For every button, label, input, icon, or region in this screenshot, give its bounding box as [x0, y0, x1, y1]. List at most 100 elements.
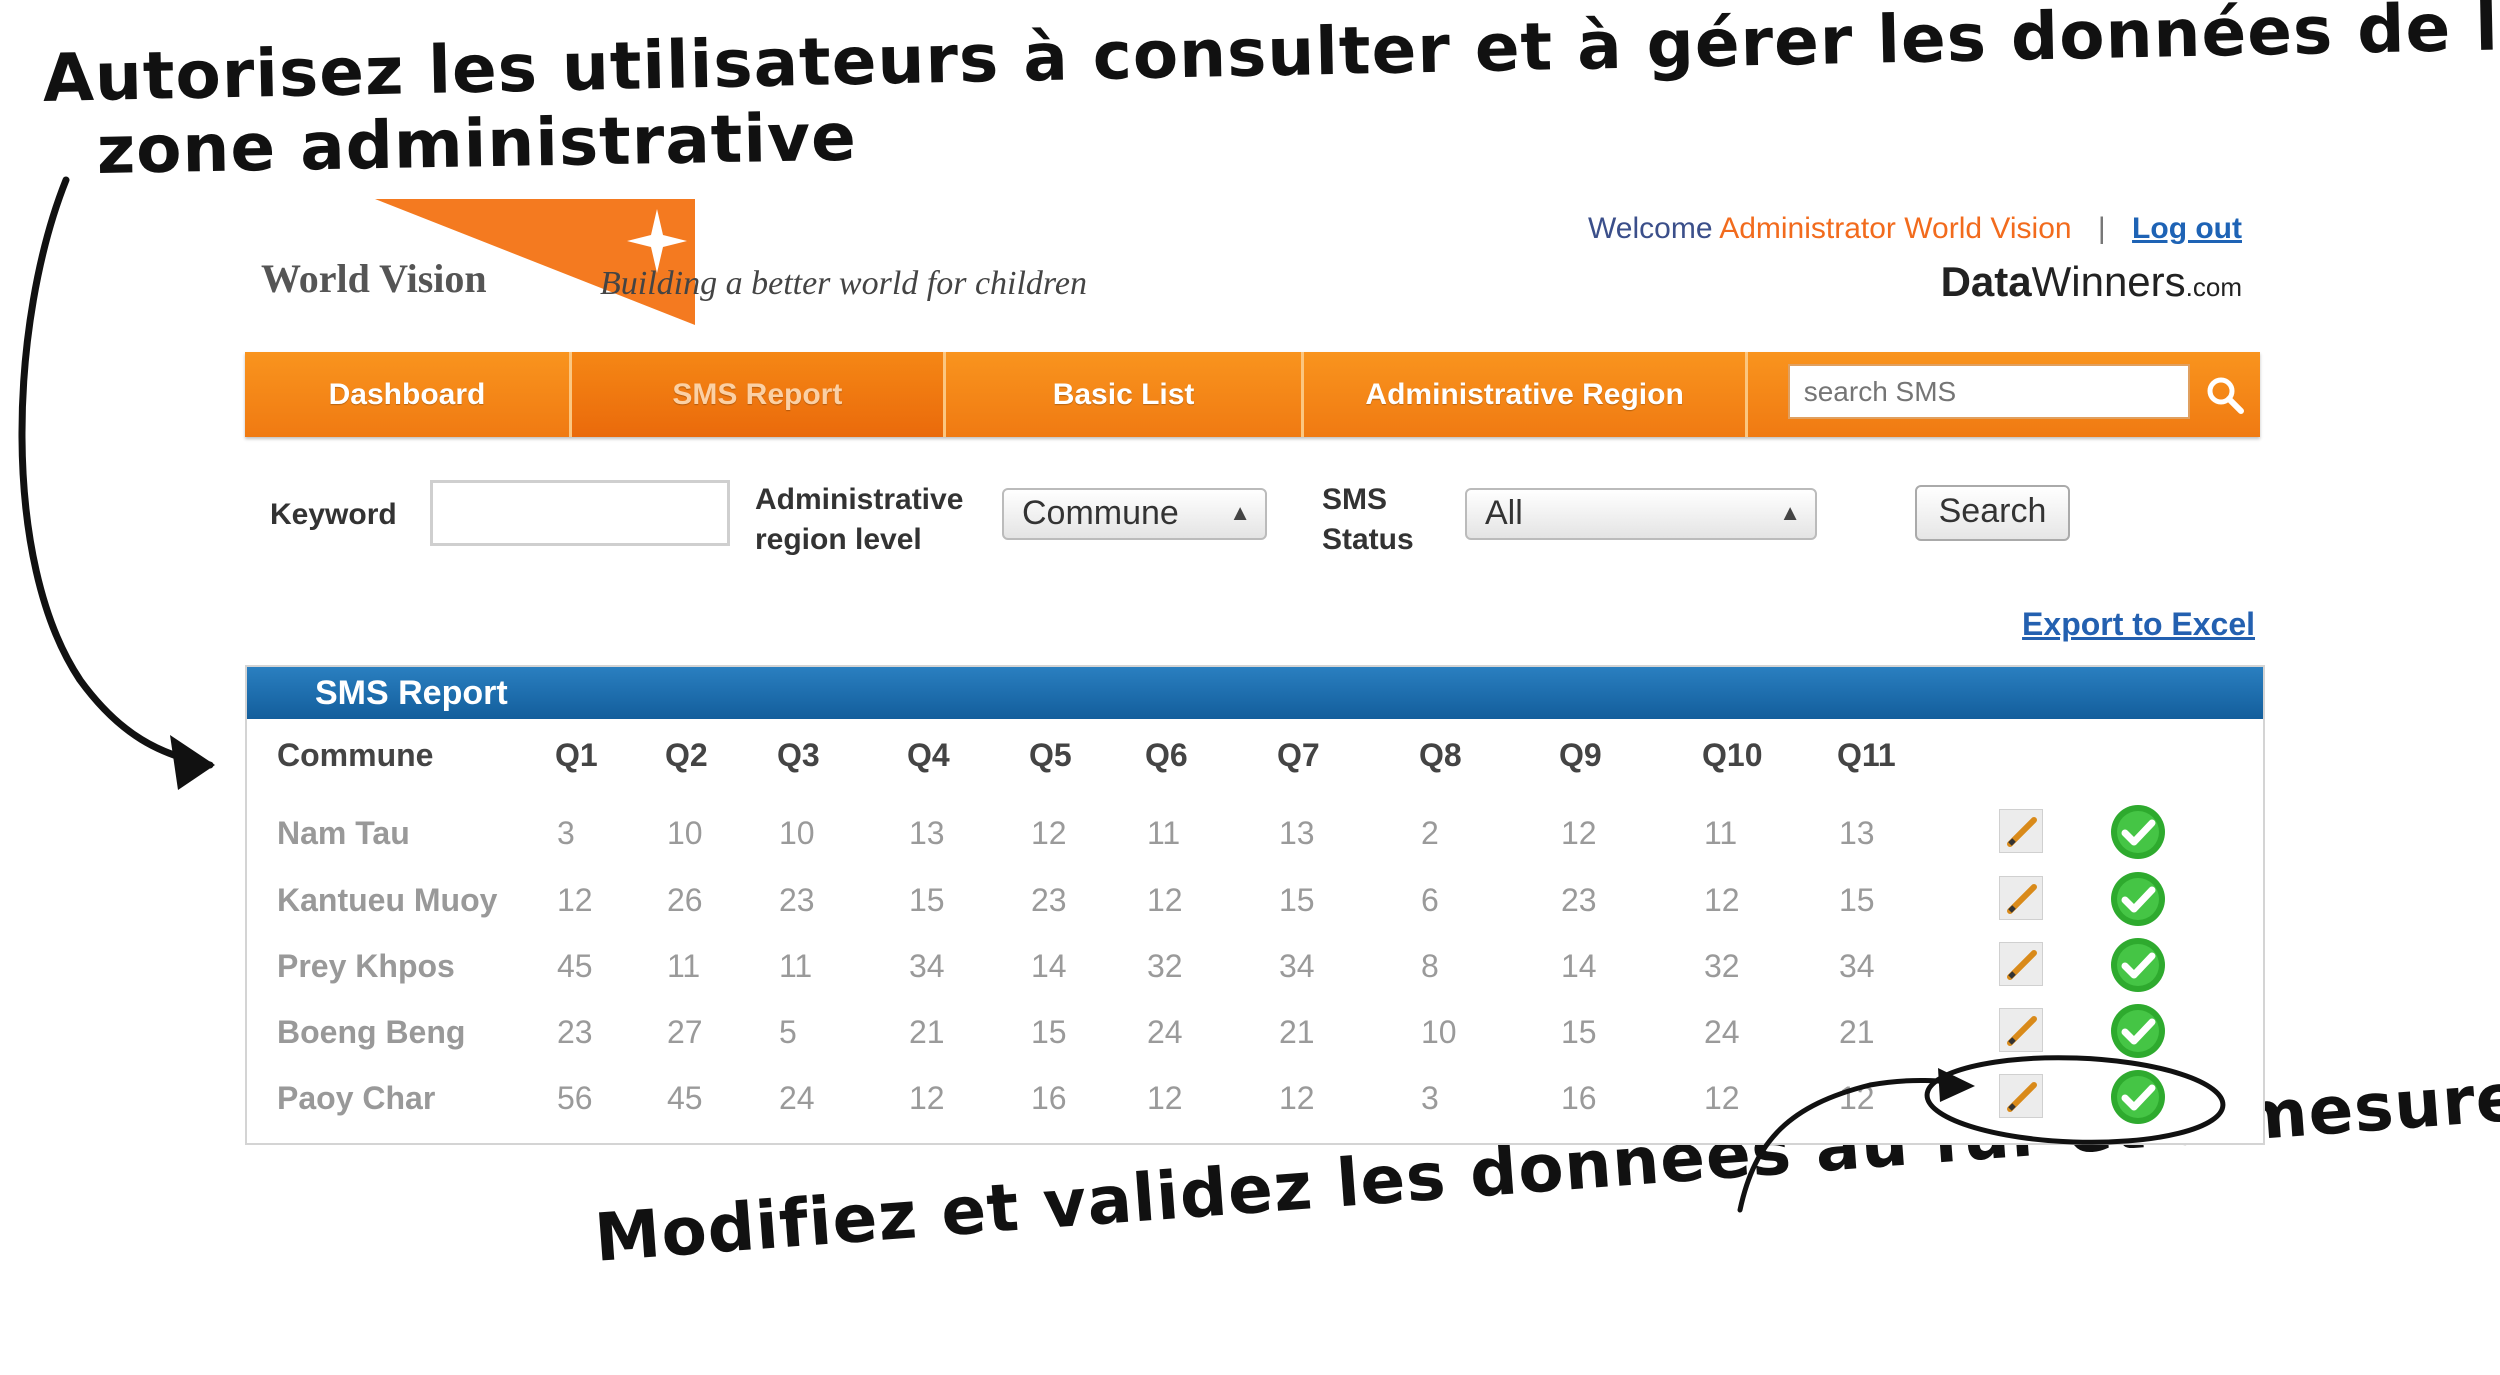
sms-report-table: SMS Report Commune Q1 Q2 Q3 Q4 Q5 Q6 Q7 Q8 Q9 Q10 Q… [245, 665, 2265, 1145]
row-commune-name: Boeng Beng [277, 1014, 466, 1050]
table-cell: 12 [1031, 815, 1067, 851]
region-level-label-2: region level [755, 523, 922, 556]
table-cell: 12 [1279, 1080, 1315, 1116]
column-header-q4: Q4 [907, 737, 950, 773]
search-button[interactable]: Search [1915, 485, 2070, 541]
brand-bold: Data [1940, 258, 2032, 305]
sms-status-label-2: Status [1322, 523, 1414, 556]
table-cell: 3 [557, 815, 575, 851]
table-cell: 13 [909, 815, 945, 851]
select-arrows-icon: ▲ [1779, 500, 1801, 525]
table-cell: 23 [1561, 882, 1597, 918]
table-cell: 23 [1031, 882, 1067, 918]
validate-check-icon[interactable] [2109, 1002, 2167, 1060]
tagline: Building a better world for children [600, 265, 1087, 302]
table-cell: 23 [779, 882, 815, 918]
table-cell: 21 [909, 1014, 945, 1050]
table-cell: 21 [1279, 1014, 1315, 1050]
table-cell: 14 [1031, 948, 1067, 984]
column-header-commune: Commune [277, 737, 434, 773]
table-cell: 13 [1839, 815, 1875, 851]
welcome-separator: | [2097, 212, 2106, 245]
column-header-q10: Q10 [1702, 737, 1763, 773]
select-arrows-icon: ▲ [1229, 500, 1251, 525]
edit-pencil-icon[interactable] [1999, 942, 2043, 986]
table-cell: 15 [1279, 882, 1315, 918]
table-cell: 15 [1031, 1014, 1067, 1050]
column-header-q2: Q2 [665, 737, 708, 773]
edit-pencil-icon[interactable] [1999, 876, 2043, 920]
table-cell: 12 [557, 882, 593, 918]
world-vision-logo[interactable]: World Vision [255, 195, 815, 330]
region-level-value: Commune [1022, 494, 1179, 532]
datawinners-brand: DataWinners.com [1941, 258, 2242, 306]
tab-dashboard[interactable]: Dashboard [245, 352, 572, 437]
main-nav: Dashboard SMS Report Basic List Administ… [245, 352, 2260, 437]
search-input[interactable] [1787, 364, 2191, 419]
table-cell: 8 [1421, 948, 1439, 984]
column-header-q8: Q8 [1419, 737, 1462, 773]
table-cell: 14 [1561, 948, 1597, 984]
table-cell: 16 [1561, 1080, 1597, 1116]
row-commune-name: Kantueu Muoy [277, 882, 498, 918]
brand-suffix: .com [2185, 272, 2242, 302]
column-header-q9: Q9 [1559, 737, 1602, 773]
table-cell: 34 [909, 948, 945, 984]
validate-check-icon[interactable] [2109, 936, 2167, 994]
table-cell: 10 [1421, 1014, 1457, 1050]
table-cell: 24 [1147, 1014, 1183, 1050]
column-header-q5: Q5 [1029, 737, 1072, 773]
sms-status-value: All [1485, 494, 1523, 532]
table-cell: 11 [1704, 815, 1738, 851]
table-cell: 34 [1839, 948, 1875, 984]
region-level-label-1: Administrative [755, 483, 964, 516]
table-cell: 11 [779, 948, 813, 984]
validate-check-icon[interactable] [2109, 803, 2167, 861]
table-cell: 12 [1839, 1080, 1875, 1116]
welcome-bar: Welcome Administrator World Vision | Log… [1588, 212, 2242, 246]
table-cell: 45 [557, 948, 593, 984]
table-cell: 24 [1704, 1014, 1740, 1050]
tab-administrative-region[interactable]: Administrative Region [1304, 352, 1748, 437]
annotation-top-line2: zone administrative [96, 98, 858, 189]
column-header-q3: Q3 [777, 737, 820, 773]
report-title: SMS Report [247, 667, 2263, 719]
column-header-q6: Q6 [1145, 737, 1188, 773]
table-cell: 12 [1147, 882, 1183, 918]
table-cell: 5 [779, 1014, 797, 1050]
column-header-q7: Q7 [1277, 737, 1320, 773]
table-cell: 13 [1279, 815, 1315, 851]
table-cell: 11 [1147, 815, 1181, 851]
table-cell: 16 [1031, 1080, 1067, 1116]
table-cell: 15 [1561, 1014, 1597, 1050]
user-name: Administrator World Vision [1719, 212, 2072, 245]
keyword-input[interactable] [430, 480, 730, 546]
validate-check-icon[interactable] [2109, 870, 2167, 928]
table-cell: 15 [909, 882, 945, 918]
row-commune-name: Nam Tau [277, 815, 410, 851]
table-cell: 3 [1421, 1080, 1439, 1116]
table-cell: 6 [1421, 882, 1439, 918]
table-cell: 11 [667, 948, 701, 984]
table-cell: 32 [1704, 948, 1740, 984]
sms-status-select[interactable]: All ▲ [1465, 488, 1817, 540]
table-cell: 10 [667, 815, 703, 851]
region-level-select[interactable]: Commune ▲ [1002, 488, 1267, 540]
table-cell: 32 [1147, 948, 1183, 984]
validate-check-icon[interactable] [2109, 1068, 2167, 1126]
table-cell: 12 [1561, 815, 1597, 851]
edit-pencil-icon[interactable] [1999, 1008, 2043, 1052]
table-cell: 21 [1839, 1014, 1875, 1050]
table-cell: 12 [1704, 1080, 1740, 1116]
table-cell: 56 [557, 1080, 593, 1116]
edit-pencil-icon[interactable] [1999, 1074, 2043, 1118]
table-cell: 34 [1279, 948, 1315, 984]
search-icon[interactable] [2190, 352, 2260, 437]
export-excel-link[interactable]: Export to Excel [2022, 606, 2255, 643]
tab-basic-list[interactable]: Basic List [946, 352, 1305, 437]
tab-sms-report[interactable]: SMS Report [571, 352, 946, 437]
logout-link[interactable]: Log out [2132, 212, 2242, 245]
edit-pencil-icon[interactable] [1999, 809, 2043, 853]
keyword-label: Keyword [270, 498, 397, 531]
table-cell: 12 [909, 1080, 945, 1116]
